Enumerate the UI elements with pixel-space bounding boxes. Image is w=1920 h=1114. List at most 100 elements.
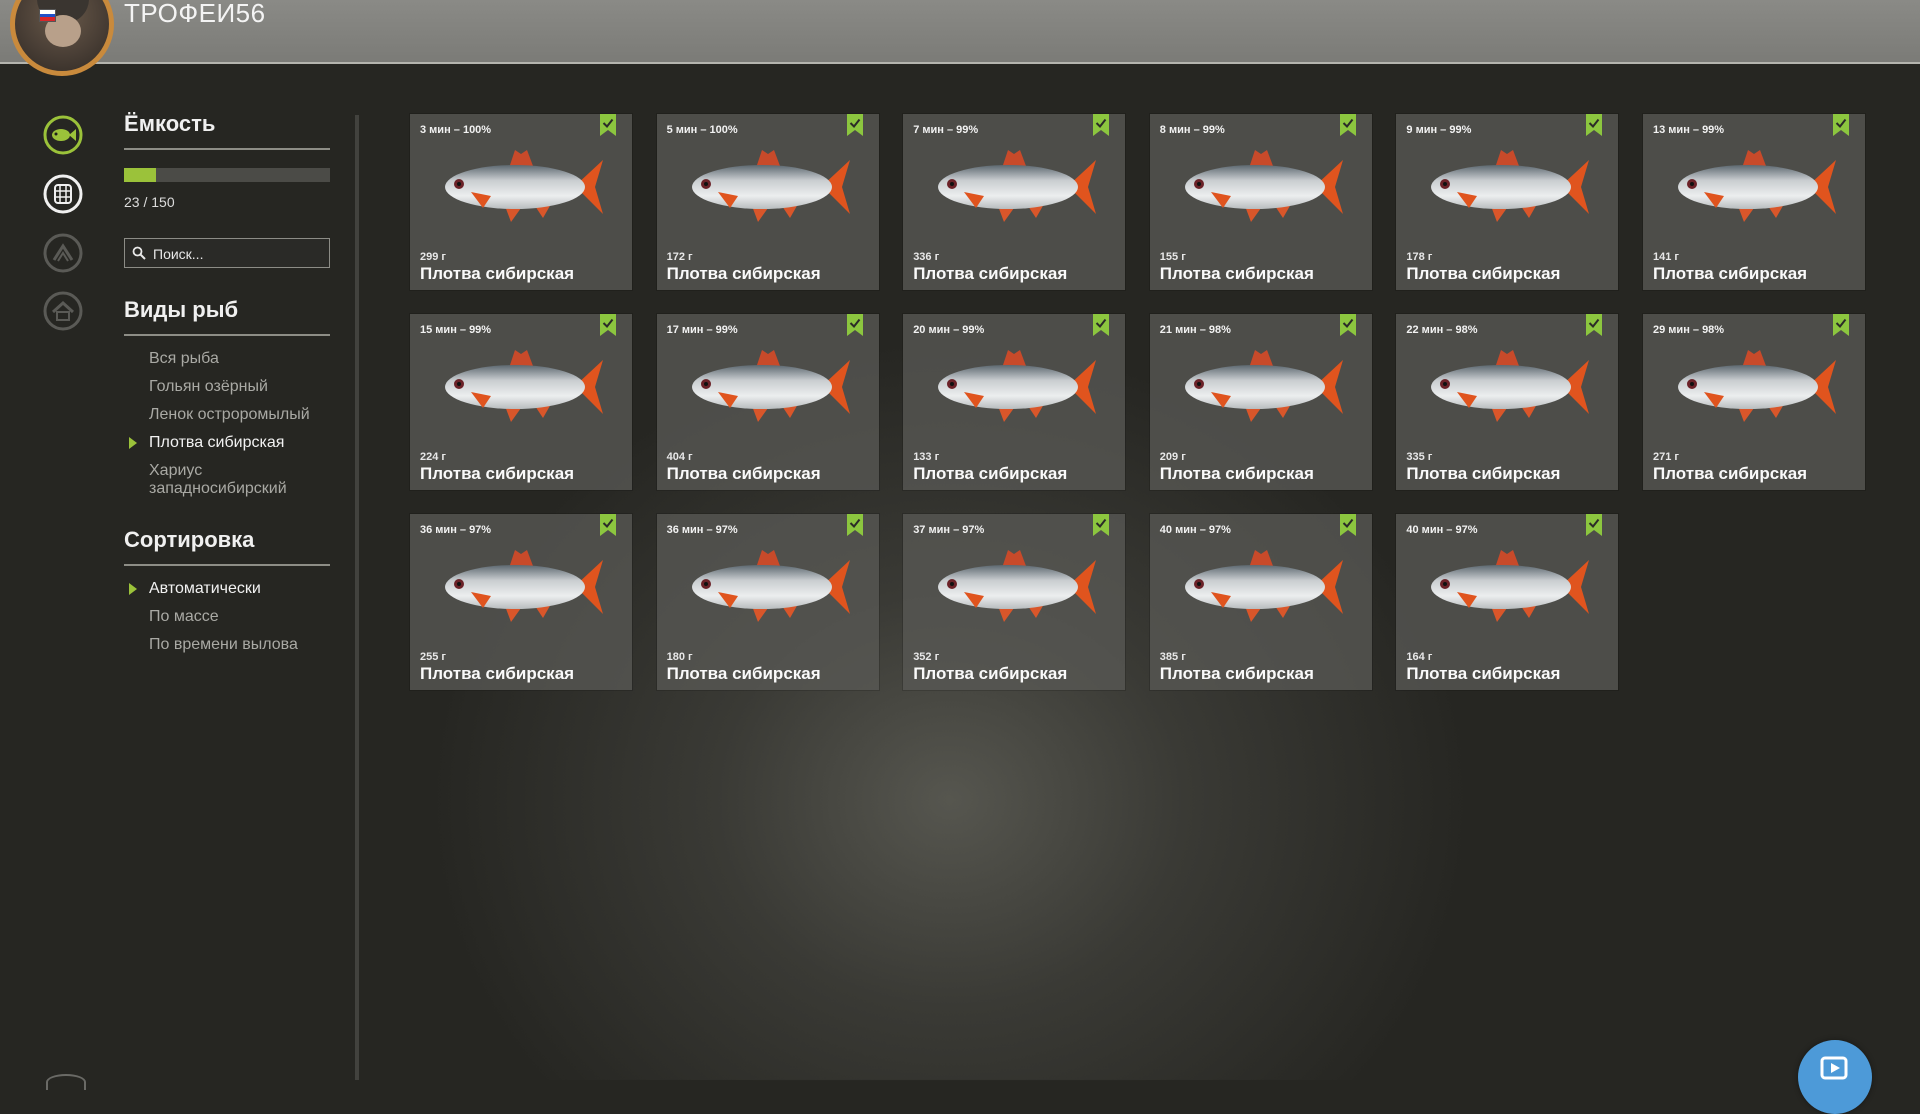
search-icon xyxy=(132,246,146,260)
fish-card[interactable]: 36 мин – 97% 255 г Плотва сибирская xyxy=(410,514,632,690)
fish-card[interactable]: 37 мин – 97% 352 г Плотва сибирская xyxy=(903,514,1126,690)
sorting-item[interactable]: По времени вылова xyxy=(124,636,330,654)
keepnet-icon[interactable] xyxy=(42,173,84,215)
fish-name: Плотва сибирская xyxy=(1653,464,1808,483)
fish-image xyxy=(928,546,1100,628)
fish-name: Плотва сибирская xyxy=(420,464,575,483)
triangle-arrow-icon[interactable] xyxy=(42,232,84,274)
fish-image xyxy=(435,146,607,228)
bookmark-check-icon[interactable] xyxy=(600,114,616,136)
fish-image xyxy=(435,546,607,628)
species-item[interactable]: Хариус западносибирский xyxy=(124,462,330,498)
bookmark-check-icon[interactable] xyxy=(1833,314,1849,336)
fish-weight: 164 г xyxy=(1406,651,1433,663)
fish-weight: 141 г xyxy=(1653,251,1679,263)
species-item[interactable]: Гольян озёрный xyxy=(124,378,330,396)
sorting-list: Автоматически По массе По времени вылова xyxy=(124,580,330,654)
fish-name: Плотва сибирская xyxy=(1653,264,1808,283)
bookmark-check-icon[interactable] xyxy=(1586,114,1603,136)
fish-card[interactable]: 7 мин – 99% 336 г Плотва сибирская xyxy=(903,114,1126,290)
sorting-item[interactable]: Автоматически xyxy=(124,580,330,598)
fish-name: Плотва сибирская xyxy=(666,664,821,683)
fish-weight: 352 г xyxy=(913,651,940,663)
fish-name: Плотва сибирская xyxy=(666,464,821,483)
fish-weight: 335 г xyxy=(1406,451,1433,463)
species-item[interactable]: Ленок остроромылый xyxy=(124,406,330,424)
catch-time: 15 мин – 99% xyxy=(420,324,492,336)
fish-card[interactable]: 22 мин – 98% 335 г Плотва сибирская xyxy=(1396,314,1619,490)
share-button[interactable] xyxy=(1798,1040,1872,1114)
catch-time: 3 мин – 100% xyxy=(420,124,492,136)
species-title: Виды рыб xyxy=(124,297,239,322)
search-input[interactable] xyxy=(151,243,325,265)
settings-icon[interactable] xyxy=(46,1074,86,1090)
bookmark-check-icon[interactable] xyxy=(846,314,863,336)
selected-arrow-icon xyxy=(129,583,137,595)
capacity-fill xyxy=(124,168,156,182)
search-box[interactable] xyxy=(124,238,330,268)
bookmark-check-icon[interactable] xyxy=(846,114,863,136)
sorting-item-label: По времени вылова xyxy=(149,636,298,653)
home-icon[interactable] xyxy=(42,290,84,332)
fish-image xyxy=(1175,146,1347,228)
filter-sidebar: Ёмкость 23 / 150 Виды рыб Вся рыба Гольян… xyxy=(124,110,330,654)
fish-weight: 155 г xyxy=(1159,251,1186,263)
species-item[interactable]: Вся рыба xyxy=(124,350,330,368)
bookmark-check-icon[interactable] xyxy=(1339,114,1356,136)
fish-card[interactable]: 8 мин – 99% 155 г Плотва сибирская xyxy=(1149,114,1372,290)
player-avatar[interactable] xyxy=(10,0,114,76)
fish-image xyxy=(1421,546,1593,628)
fish-image xyxy=(1668,146,1840,228)
bookmark-check-icon[interactable] xyxy=(1833,114,1849,136)
fish-weight: 209 г xyxy=(1159,451,1186,463)
fish-weight: 385 г xyxy=(1159,651,1186,663)
fish-name: Плотва сибирская xyxy=(1159,664,1314,683)
fish-image xyxy=(928,146,1100,228)
catch-time: 40 мин – 97% xyxy=(1406,524,1478,536)
bookmark-check-icon[interactable] xyxy=(600,314,616,336)
catch-time: 37 мин – 97% xyxy=(913,524,985,536)
catch-time: 36 мин – 97% xyxy=(666,524,738,536)
catch-time: 21 мин – 98% xyxy=(1159,324,1231,336)
fish-card[interactable]: 15 мин – 99% 224 г Плотва сибирская xyxy=(410,314,632,490)
sorting-item[interactable]: По массе xyxy=(124,608,330,626)
fish-card[interactable]: 3 мин – 100% 299 г Плотва сибирская xyxy=(410,114,632,290)
bookmark-check-icon[interactable] xyxy=(1093,314,1110,336)
fish-weight: 133 г xyxy=(913,451,940,463)
fish-card[interactable]: 20 мин – 99% 133 г Плотва сибирская xyxy=(903,314,1126,490)
fish-card[interactable]: 9 мин – 99% 178 г Плотва сибирская xyxy=(1396,114,1619,290)
fish-card[interactable]: 17 мин – 99% 404 г Плотва сибирская xyxy=(656,314,879,490)
sorting-item-label: По массе xyxy=(149,608,219,625)
species-item[interactable]: Плотва сибирская xyxy=(124,434,330,452)
fish-name: Плотва сибирская xyxy=(1406,464,1561,483)
fish-card[interactable]: 36 мин – 97% 180 г Плотва сибирская xyxy=(656,514,879,690)
fish-name: Плотва сибирская xyxy=(420,664,575,683)
bookmark-check-icon[interactable] xyxy=(1093,514,1110,536)
fish-image xyxy=(1421,346,1593,428)
fish-card[interactable]: 40 мин – 97% 164 г Плотва сибирская xyxy=(1396,514,1619,690)
sidebar-divider xyxy=(355,115,359,1080)
bookmark-check-icon[interactable] xyxy=(1339,514,1356,536)
bookmark-check-icon[interactable] xyxy=(1586,314,1603,336)
bookmark-check-icon[interactable] xyxy=(846,514,863,536)
fish-weight: 255 г xyxy=(420,651,446,663)
fish-image xyxy=(928,346,1100,428)
catch-time: 20 мин – 99% xyxy=(913,324,985,336)
fish-card[interactable]: 5 мин – 100% 172 г Плотва сибирская xyxy=(656,114,879,290)
fish-icon[interactable] xyxy=(42,114,84,156)
fish-card[interactable]: 29 мин – 98% 271 г Плотва сибирская xyxy=(1643,314,1865,490)
fish-weight: 271 г xyxy=(1653,451,1679,463)
fish-card[interactable]: 13 мин – 99% 141 г Плотва сибирская xyxy=(1643,114,1865,290)
bookmark-check-icon[interactable] xyxy=(1339,314,1356,336)
fish-weight: 336 г xyxy=(913,251,940,263)
fish-image xyxy=(1668,346,1840,428)
bookmark-check-icon[interactable] xyxy=(1586,514,1603,536)
bookmark-check-icon[interactable] xyxy=(1093,114,1110,136)
catch-time: 40 мин – 97% xyxy=(1159,524,1231,536)
species-item-label: Гольян озёрный xyxy=(149,378,268,395)
fish-name: Плотва сибирская xyxy=(666,264,821,283)
fish-card[interactable]: 21 мин – 98% 209 г Плотва сибирская xyxy=(1149,314,1372,490)
bookmark-check-icon[interactable] xyxy=(600,514,616,536)
catch-time: 13 мин – 99% xyxy=(1653,124,1725,136)
fish-card[interactable]: 40 мин – 97% 385 г Плотва сибирская xyxy=(1149,514,1372,690)
